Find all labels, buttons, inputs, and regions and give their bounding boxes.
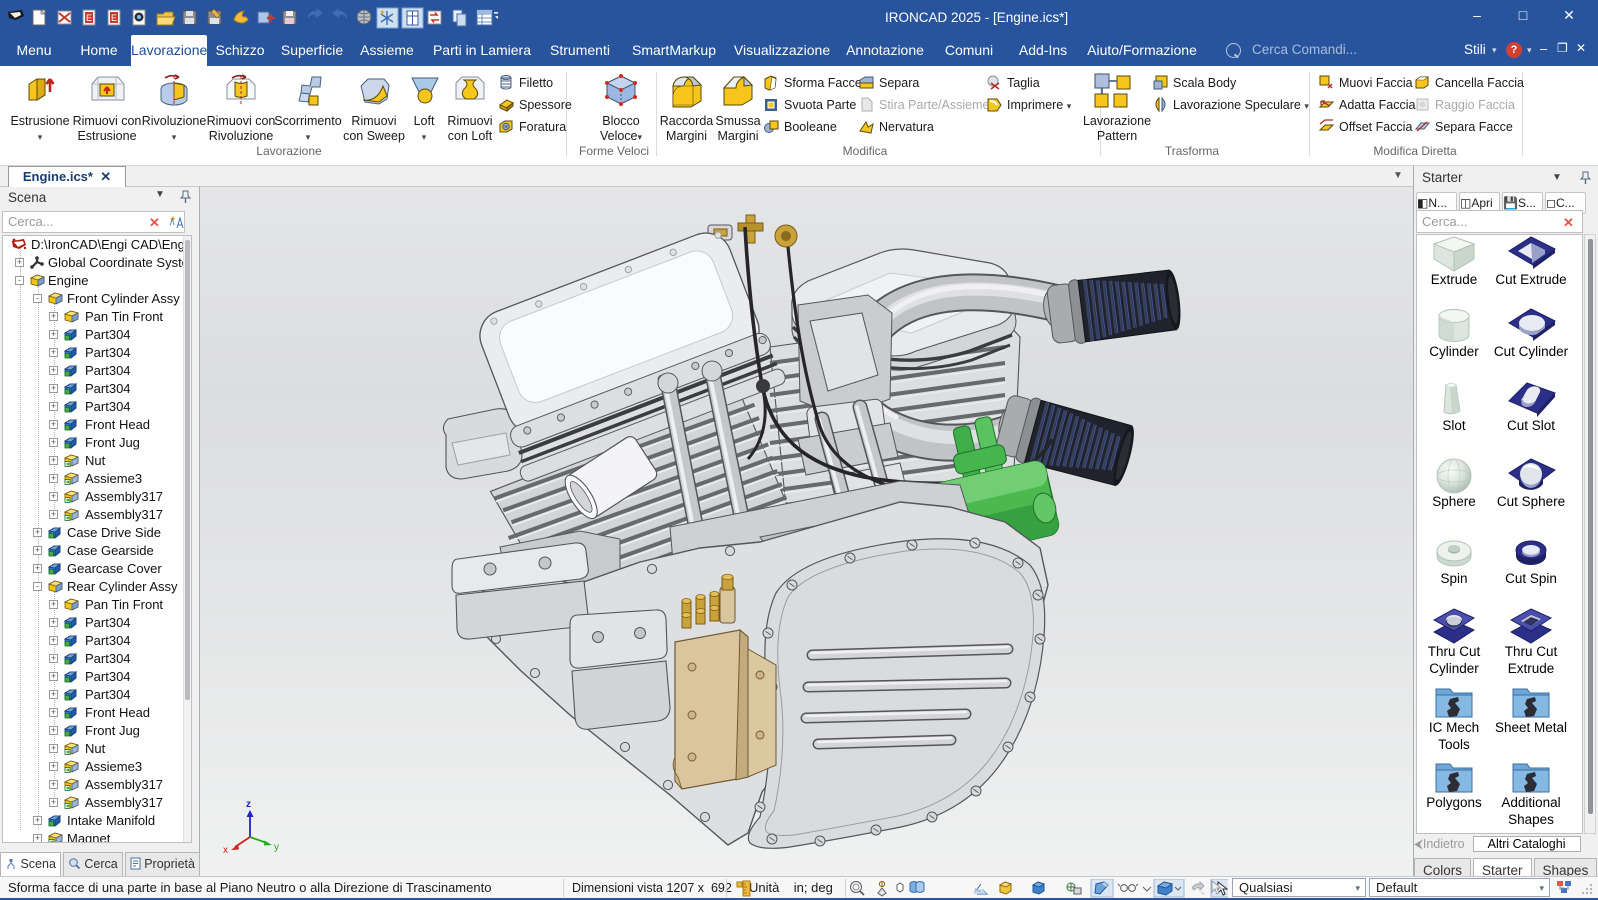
svg-text:z: z (246, 799, 251, 810)
svg-text:✦: ✦ (379, 8, 386, 17)
svg-text:E: E (86, 13, 92, 23)
svg-text:x: x (223, 845, 228, 856)
svg-text:y: y (274, 842, 279, 853)
svg-text:E: E (111, 13, 117, 23)
